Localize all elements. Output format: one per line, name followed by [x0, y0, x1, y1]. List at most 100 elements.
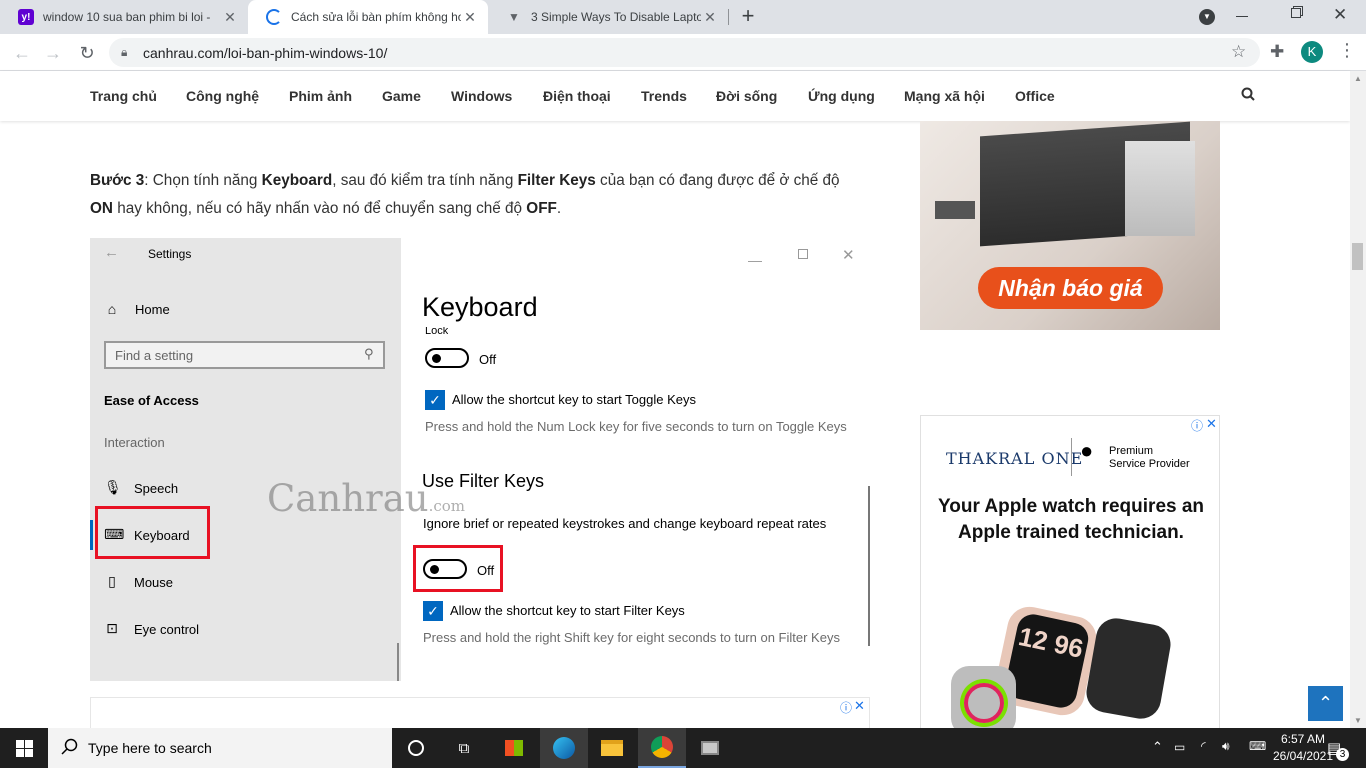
minimize-icon[interactable]: [1236, 16, 1248, 17]
language-icon[interactable]: ⌨: [1249, 739, 1266, 753]
selected-indicator: [90, 520, 93, 550]
watermark: Canhrau.com: [267, 477, 465, 520]
edge-icon[interactable]: [540, 728, 588, 768]
chrome-icon[interactable]: [638, 728, 686, 768]
highlight-filter-toggle: [413, 545, 503, 592]
tab-3[interactable]: ▼ 3 Simple Ways To Disable Laptop ✕: [488, 0, 728, 34]
maximize-icon: [798, 249, 808, 259]
close-tab-icon[interactable]: ✕: [462, 9, 478, 25]
close-tab-icon[interactable]: ✕: [222, 9, 238, 25]
find-setting-input: Find a setting ⚲: [104, 341, 385, 369]
clock-date[interactable]: 26/04/2021: [1272, 749, 1334, 763]
tab-separator: [728, 9, 729, 25]
yahoo-icon: y!: [18, 9, 34, 25]
nav-ung-dung[interactable]: Ứng dụng: [808, 88, 875, 104]
close-icon: ✕: [842, 247, 855, 264]
address-bar[interactable]: 🔒︎ canhrau.com/loi-ban-phim-windows-10/ …: [109, 38, 1260, 67]
tab-1[interactable]: y! window 10 sua ban phim bi loi - ✕: [0, 0, 248, 34]
activity-ring: [964, 683, 1004, 723]
settings-screenshot: ← Settings ⌂ Home Find a setting ⚲ Ease …: [90, 238, 870, 681]
wifi-icon[interactable]: ◜: [1201, 739, 1206, 753]
scroll-down-arrow-icon[interactable]: ▼: [1354, 716, 1362, 725]
close-window-icon[interactable]: ✕: [1333, 5, 1347, 25]
volume-icon[interactable]: 🔊︎: [1222, 739, 1230, 754]
clock-time[interactable]: 6:57 AM: [1278, 732, 1328, 746]
bold-text: ON: [90, 200, 113, 217]
tab-title: Cách sửa lỗi bàn phím không hoạ: [291, 10, 461, 24]
close-ad-icon[interactable]: ✕: [854, 698, 865, 714]
reload-icon[interactable]: ↻: [74, 40, 100, 66]
app-icon[interactable]: [686, 728, 734, 768]
settings-sidebar: ← Settings ⌂ Home Find a setting ⚲ Ease …: [90, 238, 401, 681]
battery-icon[interactable]: ▭: [1174, 740, 1185, 754]
scroll-up-arrow-icon[interactable]: ▲: [1354, 74, 1362, 83]
nav-windows[interactable]: Windows: [451, 88, 512, 104]
checkbox-toggle-keys: ✓: [425, 390, 445, 410]
file-explorer-icon[interactable]: [588, 728, 636, 768]
loading-icon: [266, 9, 282, 25]
article-paragraph: Bước 3: Chọn tính năng Keyboard, sau đó …: [90, 167, 860, 223]
close-ad-icon[interactable]: ✕: [1206, 416, 1217, 432]
nav-dien-thoai[interactable]: Điện thoại: [543, 88, 611, 104]
nav-phim-anh[interactable]: Phim ảnh: [289, 88, 352, 104]
sidebar-item-eye-control: Eye control: [134, 622, 200, 637]
minimize-icon: —: [748, 252, 762, 268]
page-scrollbar[interactable]: [1350, 71, 1366, 728]
filter-keys-desc: Ignore brief or repeated keystrokes and …: [423, 516, 827, 531]
sidebar-item-mouse: Mouse: [134, 575, 174, 590]
divider: [1071, 438, 1072, 476]
bold-text: Keyboard: [261, 172, 333, 189]
nav-office[interactable]: Office: [1015, 88, 1055, 104]
task-view-icon[interactable]: ⧉: [440, 728, 488, 768]
close-tab-icon[interactable]: ✕: [702, 9, 718, 25]
restore-icon[interactable]: [1291, 8, 1301, 18]
nav-game[interactable]: Game: [382, 88, 421, 104]
home-icon: ⌂: [107, 301, 117, 317]
back-icon[interactable]: ←: [9, 40, 35, 66]
profile-avatar[interactable]: K: [1301, 41, 1323, 63]
windows-start-icon[interactable]: [0, 728, 48, 768]
new-tab-button[interactable]: +: [736, 5, 760, 29]
tray-chevron-icon[interactable]: ⌃: [1152, 739, 1163, 755]
ad-headline: Your Apple watch requires an Apple train…: [937, 496, 1205, 543]
cortana-icon[interactable]: [392, 728, 440, 768]
search-placeholder: Find a setting: [115, 348, 194, 363]
cta-button[interactable]: Nhận báo giá: [978, 267, 1163, 309]
apple-logo-icon: ●: [1080, 438, 1094, 463]
content-scrollbar: [868, 486, 870, 646]
menu-icon[interactable]: ⋮: [1338, 40, 1356, 60]
nav-mang-xa-hoi[interactable]: Mạng xã hội: [904, 88, 985, 104]
ad-laser-machine[interactable]: Nhận báo giá: [920, 121, 1220, 330]
notification-count: 3: [1336, 748, 1349, 761]
forward-icon[interactable]: →: [40, 40, 66, 66]
adchoices-icon[interactable]: ⓘ: [840, 699, 852, 716]
bookmark-star-icon[interactable]: ☆: [1231, 42, 1246, 62]
tab-2-active[interactable]: Cách sửa lỗi bàn phím không hoạ ✕: [248, 0, 488, 34]
ad-apple-watch[interactable]: ⓘ ✕ THAKRAL ONE ● Premium Service Provid…: [920, 415, 1220, 730]
browser-toolbar: ← → ↻ 🔒︎ canhrau.com/loi-ban-phim-window…: [0, 34, 1366, 71]
nav-trang-chu[interactable]: Trang chủ: [90, 88, 157, 104]
store-icon[interactable]: [490, 728, 538, 768]
back-to-top-button[interactable]: ⌃: [1308, 686, 1343, 721]
watch-black: [1083, 615, 1174, 722]
bold-text: OFF: [526, 200, 557, 217]
mouse-icon: ▯: [108, 573, 116, 589]
nav-trends[interactable]: Trends: [641, 88, 687, 104]
nav-doi-song[interactable]: Đời sống: [716, 88, 777, 104]
search-icon: [61, 738, 79, 756]
check1-label: Allow the shortcut key to start Toggle K…: [452, 392, 696, 407]
text: .: [556, 200, 562, 217]
adchoices-icon[interactable]: ⓘ: [1191, 417, 1203, 434]
search-icon[interactable]: [1241, 87, 1255, 101]
step-label: Bước 3: [90, 172, 145, 189]
taskbar-search[interactable]: Type here to search: [48, 728, 392, 768]
group-label: Interaction: [104, 435, 165, 450]
extensions-icon[interactable]: ✚: [1270, 42, 1284, 62]
machine-base: [935, 201, 975, 219]
nav-cong-nghe[interactable]: Công nghệ: [186, 88, 259, 104]
scrollbar-thumb[interactable]: [1352, 243, 1363, 270]
partner-line1: Premium: [1109, 445, 1154, 457]
tab-search-icon[interactable]: ▼: [1199, 9, 1215, 25]
toggle1-state: Off: [479, 352, 497, 367]
url-text[interactable]: canhrau.com/loi-ban-phim-windows-10/: [143, 45, 387, 61]
